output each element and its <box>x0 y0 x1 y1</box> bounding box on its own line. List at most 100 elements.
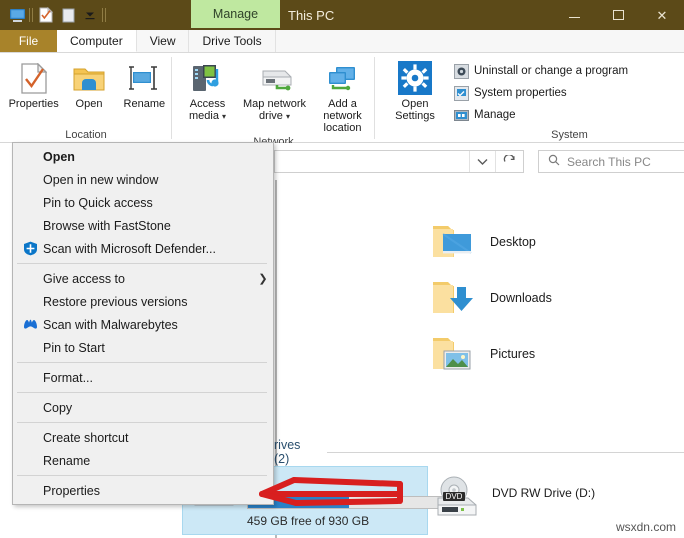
contextual-tab-manage[interactable]: Manage <box>191 0 280 28</box>
group-header-rule <box>326 451 684 453</box>
context-menu-item-label: Scan with Microsoft Defender... <box>43 241 216 256</box>
customize-qat-chevron-icon[interactable] <box>79 4 101 26</box>
tab-view[interactable]: View <box>136 30 190 52</box>
list-item[interactable]: Desktop <box>431 221 536 263</box>
drive-capacity-bar <box>247 496 447 509</box>
qat-separator <box>28 8 35 22</box>
chevron-down-icon[interactable]: ▾ <box>222 112 226 121</box>
ribbon-label-properties: Properties <box>8 98 59 110</box>
downloads-folder-icon <box>431 277 477 319</box>
context-menu-item[interactable]: Copy <box>13 396 273 419</box>
context-menu-separator <box>17 392 267 393</box>
ribbon-label-manage: Manage <box>474 109 516 121</box>
ribbon-item-manage[interactable]: Manage <box>451 104 628 126</box>
context-menu-item-label: Copy <box>43 400 73 415</box>
ribbon-button-properties[interactable]: Properties <box>6 58 61 110</box>
drive-free-space: 459 GB free of 930 GB <box>247 514 370 528</box>
context-menu-item[interactable]: Pin to Start <box>13 336 273 359</box>
ribbon-button-access-media[interactable]: Access media ▾ <box>176 58 239 123</box>
tab-drive-tools[interactable]: Drive Tools <box>189 30 276 52</box>
context-menu-item-label: Open <box>43 149 75 164</box>
ribbon-label-open-settings: Open Settings <box>395 98 435 122</box>
context-menu-separator <box>17 362 267 363</box>
context-menu-item-label: Properties <box>43 483 100 498</box>
system-properties-icon <box>453 85 469 101</box>
maximize-button[interactable] <box>596 0 640 30</box>
ribbon-item-system-properties[interactable]: System properties <box>451 82 628 104</box>
context-menu-item-icon-slot <box>17 171 43 189</box>
ribbon-button-open-settings[interactable]: Open Settings <box>383 58 447 122</box>
window-controls: ✕ <box>552 0 684 30</box>
group-header-drives[interactable]: rives (2) <box>274 438 684 466</box>
settings-gear-icon <box>398 58 432 98</box>
quick-access-toolbar[interactable] <box>0 0 108 30</box>
chevron-down-icon[interactable] <box>469 151 495 172</box>
properties-page-icon <box>21 58 47 98</box>
minimize-button[interactable] <box>552 0 596 30</box>
drive-label: DVD RW Drive (D:) <box>492 486 596 500</box>
this-pc-icon[interactable] <box>6 4 28 26</box>
chevron-down-icon[interactable]: ▾ <box>286 112 290 121</box>
close-button[interactable]: ✕ <box>640 0 684 30</box>
defender-shield-icon <box>17 240 43 258</box>
list-item[interactable]: Downloads <box>431 277 552 319</box>
drive-tile-dvd[interactable]: DVD DVD RW Drive (D:) <box>428 470 603 527</box>
context-menu-separator <box>17 475 267 476</box>
ribbon-button-map-network-drive[interactable]: Map network drive ▾ <box>239 58 310 123</box>
new-folder-icon[interactable] <box>57 4 79 26</box>
context-menu-item[interactable]: Scan with Malwarebytes <box>13 313 273 336</box>
context-menu-item[interactable]: Browse with FastStone <box>13 214 273 237</box>
context-menu-separator <box>17 263 267 264</box>
ribbon-label-access-media: Access media ▾ <box>176 98 239 123</box>
context-menu-item-icon-slot <box>17 482 43 500</box>
refresh-icon[interactable] <box>495 151 523 172</box>
context-menu-item-label: Pin to Quick access <box>43 195 153 210</box>
ribbon-button-open[interactable]: Open <box>61 58 116 110</box>
properties-icon[interactable] <box>35 4 57 26</box>
context-menu-item[interactable]: Rename <box>13 449 273 472</box>
tab-file[interactable]: File <box>0 30 57 52</box>
pictures-folder-icon <box>431 333 477 375</box>
context-menu-item[interactable]: Format... <box>13 366 273 389</box>
ribbon-button-add-network-location[interactable]: Add a network location <box>310 58 375 134</box>
drive-label: (C:) <box>247 479 447 493</box>
group-header-label: rives (2) <box>274 438 301 466</box>
context-menu-item-label: Create shortcut <box>43 430 129 445</box>
malwarebytes-icon <box>17 316 43 334</box>
ribbon-group-location: Properties Open Rename Location <box>0 53 172 143</box>
access-media-icon <box>191 58 225 98</box>
context-menu-item[interactable]: Properties <box>13 479 273 502</box>
context-menu-item[interactable]: Pin to Quick access <box>13 191 273 214</box>
ribbon-label-system-properties: System properties <box>474 87 567 99</box>
ribbon-group-label-system: System <box>551 129 588 141</box>
context-menu-item-label: Give access to <box>43 271 125 286</box>
ribbon-group-label-location: Location <box>65 129 107 141</box>
ribbon: Properties Open Rename Location Access m… <box>0 53 684 148</box>
ribbon-item-uninstall-program[interactable]: Uninstall or change a program <box>451 60 628 82</box>
list-item[interactable]: Pictures <box>431 333 535 375</box>
context-menu-item[interactable]: Scan with Microsoft Defender... <box>13 237 273 260</box>
list-item-label: Downloads <box>490 291 552 305</box>
rename-icon <box>128 58 160 98</box>
context-menu-item-icon-slot <box>17 399 43 417</box>
context-menu[interactable]: Open Open in new window Pin to Quick acces… <box>12 142 274 505</box>
context-menu-item[interactable]: Create shortcut <box>13 426 273 449</box>
ribbon-label-uninstall-program: Uninstall or change a program <box>474 65 629 77</box>
ribbon-label-map-network-drive: Map network drive ▾ <box>239 98 310 123</box>
uninstall-program-icon <box>453 63 469 79</box>
search-input[interactable]: Search This PC <box>538 150 684 173</box>
context-menu-item[interactable]: Restore previous versions <box>13 290 273 313</box>
chevron-right-icon: ❯ <box>258 273 268 285</box>
title-bar: Manage This PC ✕ <box>0 0 684 30</box>
context-menu-item[interactable]: Open in new window <box>13 168 273 191</box>
tab-computer[interactable]: Computer <box>57 30 137 52</box>
search-placeholder: Search This PC <box>567 154 651 169</box>
drive-info: DVD RW Drive (D:) <box>492 476 595 500</box>
context-menu-item[interactable]: Give access to ❯ <box>13 267 273 290</box>
context-menu-item[interactable]: Open <box>13 145 273 168</box>
search-icon <box>548 154 560 169</box>
file-list-pane[interactable]: Desktop Downloads Pictures rives (2) 459… <box>182 180 684 538</box>
context-menu-item-label: Rename <box>43 453 91 468</box>
address-bar[interactable] <box>274 150 524 173</box>
ribbon-button-rename[interactable]: Rename <box>117 58 172 110</box>
